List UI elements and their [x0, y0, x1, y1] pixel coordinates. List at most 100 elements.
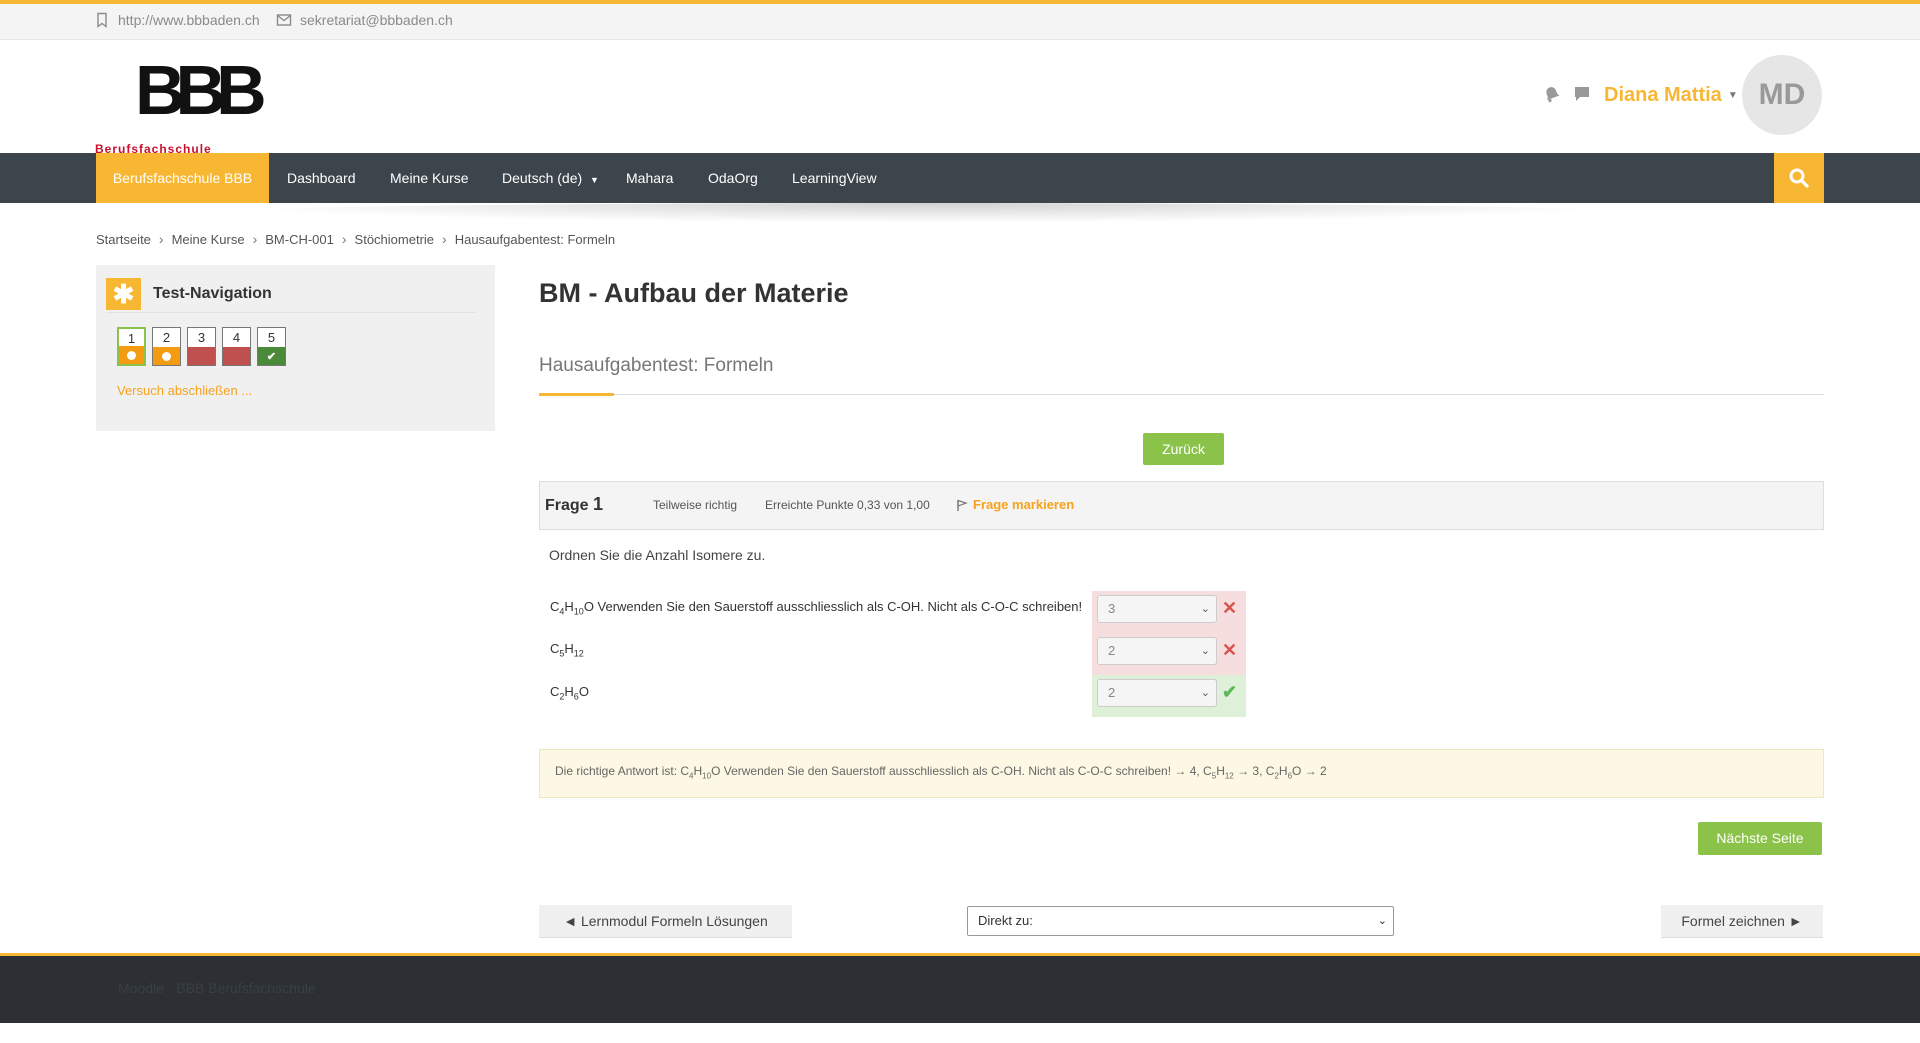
correct-status: ✔ — [258, 347, 285, 365]
envelope-icon — [276, 14, 292, 26]
question-status: Teilweise richtig — [653, 498, 738, 512]
chevron-right-icon: › — [158, 231, 164, 247]
question-buttons: 1 2 3 4 5 ✔ — [117, 327, 286, 366]
checkmark-icon: ✔ — [1222, 682, 1238, 702]
formula-label-3: C2H6O — [550, 684, 589, 702]
asterisk-icon: ✱ — [106, 278, 141, 310]
nav-item-learningview[interactable]: LearningView — [792, 153, 877, 203]
question-button-1[interactable]: 1 — [117, 327, 146, 366]
active-tab-indicator — [539, 393, 614, 396]
avatar[interactable]: MD — [1742, 55, 1822, 135]
navbar-shadow — [200, 203, 1650, 223]
nav-item-berufsfachschule[interactable]: Berufsfachschule BBB — [96, 153, 269, 203]
test-navigation-block: ✱ Test-Navigation 1 2 3 4 5 ✔ Versuch ab… — [96, 265, 495, 431]
nav-item-meine-kurse[interactable]: Meine Kurse — [390, 153, 469, 203]
chevron-right-icon: › — [252, 231, 258, 247]
notification-bell[interactable] — [1543, 85, 1561, 103]
logo-mark: BBB — [135, 51, 267, 129]
question-button-3[interactable]: 3 — [187, 327, 216, 366]
chevron-down-icon: ⌄ — [1200, 603, 1210, 615]
question-button-4[interactable]: 4 — [222, 327, 251, 366]
nav-item-dashboard[interactable]: Dashboard — [287, 153, 356, 203]
checkmark-icon: ✔ — [266, 350, 277, 363]
page-title: BM - Aufbau der Materie — [539, 278, 849, 308]
user-name: Diana Mattia — [1604, 84, 1722, 106]
question-number: 2 — [162, 330, 171, 345]
bookmark-icon — [97, 12, 107, 28]
nav-item-language[interactable]: Deutsch (de) ▼ — [502, 153, 599, 203]
jump-to-select[interactable]: Direkt zu: ⌄ — [967, 906, 1394, 936]
chevron-right-icon: › — [442, 231, 447, 247]
answer-value: 3 — [1108, 601, 1116, 616]
email-text: sekretariat@bbbaden.ch — [300, 12, 453, 28]
divider — [539, 394, 1824, 395]
question-number: 4 — [232, 330, 241, 345]
chat-bubble-icon — [1575, 87, 1589, 101]
flag-icon — [957, 499, 968, 511]
breadcrumb-item[interactable]: Stöchiometrie — [355, 232, 434, 247]
finish-attempt-link[interactable]: Versuch abschließen ... — [117, 383, 252, 398]
previous-activity-link[interactable]: ◄ Lernmodul Formeln Lösungen — [539, 905, 792, 938]
formula-label-2: C5H12 — [550, 641, 584, 659]
search-button[interactable] — [1774, 153, 1824, 203]
flag-question-button[interactable]: Frage markieren — [955, 497, 1074, 512]
messages-button[interactable] — [1573, 85, 1591, 103]
top-contact-bar: http://www.bbbaden.ch sekretariat@bbbade… — [0, 4, 1920, 40]
question-points: Erreichte Punkte 0,33 von 1,00 — [765, 498, 930, 512]
main-navbar: Berufsfachschule BBB Dashboard Meine Kur… — [0, 153, 1920, 203]
back-button[interactable]: Zurück — [1143, 433, 1224, 465]
caret-down-icon: ▼ — [1727, 90, 1738, 101]
block-header: ✱ Test-Navigation — [106, 276, 476, 313]
answer-value: 2 — [1108, 643, 1116, 658]
breadcrumb-item[interactable]: Startseite — [96, 232, 151, 247]
answer-select-2[interactable]: 2 ⌄ — [1097, 637, 1217, 665]
user-menu[interactable]: Diana Mattia ▼ — [1604, 84, 1738, 107]
bell-icon — [1546, 87, 1560, 103]
breadcrumb: Startseite › Meine Kurse › BM-CH-001 › S… — [96, 231, 615, 247]
breadcrumb-item[interactable]: Hausaufgabentest: Formeln — [455, 232, 615, 247]
partial-status — [153, 347, 180, 365]
question-button-2[interactable]: 2 — [152, 327, 181, 366]
answer-cell-1: 3 ⌄ ✕ — [1092, 591, 1246, 633]
dot-icon — [127, 350, 136, 360]
answer-cell-3: 2 ⌄ ✔ — [1092, 675, 1246, 717]
email-link[interactable]: sekretariat@bbbaden.ch — [276, 12, 453, 28]
answer-cell-2: 2 ⌄ ✕ — [1092, 633, 1246, 675]
page-subtitle: Hausaufgabentest: Formeln — [539, 355, 774, 376]
answer-select-3[interactable]: 2 ⌄ — [1097, 679, 1217, 707]
next-activity-link[interactable]: Formel zeichnen ► — [1661, 905, 1823, 938]
question-number: 3 — [197, 330, 206, 345]
right-answer-text: Die richtige Antwort ist: C4H10O Verwend… — [555, 764, 1327, 781]
school-logo[interactable]: BBB Berufsfachschule — [95, 50, 267, 156]
question-label: Frage 1 — [545, 494, 603, 515]
breadcrumb-item[interactable]: BM-CH-001 — [265, 232, 334, 247]
chevron-down-icon: ⌄ — [1377, 915, 1387, 927]
dot-icon — [162, 351, 171, 361]
question-label-text: Frage — [545, 497, 589, 514]
site-header: BBB Berufsfachschule Diana Mattia ▼ MD — [0, 40, 1920, 156]
partial-status — [119, 346, 144, 364]
caret-down-icon: ▼ — [590, 175, 599, 185]
question-info-bar: Frage 1 Teilweise richtig Erreichte Punk… — [539, 481, 1824, 530]
answer-select-1[interactable]: 3 ⌄ — [1097, 595, 1217, 623]
breadcrumb-item[interactable]: Meine Kurse — [172, 232, 245, 247]
question-text: Ordnen Sie die Anzahl Isomere zu. — [549, 547, 766, 563]
block-title: Test-Navigation — [153, 285, 272, 302]
question-button-5[interactable]: 5 ✔ — [257, 327, 286, 366]
website-text: http://www.bbbaden.ch — [118, 12, 260, 28]
next-page-button[interactable]: Nächste Seite — [1698, 822, 1822, 855]
nav-item-odaorg[interactable]: OdaOrg — [708, 153, 758, 203]
wrong-status — [188, 347, 215, 365]
cross-icon: ✕ — [1222, 640, 1238, 660]
question-number: 5 — [267, 330, 276, 345]
flag-label: Frage markieren — [973, 497, 1075, 512]
footer-text: Moodle · BBB Berufsfachschule — [118, 980, 316, 996]
website-link[interactable]: http://www.bbbaden.ch — [94, 12, 260, 28]
page-footer: Moodle · BBB Berufsfachschule — [0, 956, 1920, 1023]
chevron-down-icon: ⌄ — [1200, 645, 1210, 657]
search-icon — [1789, 168, 1809, 188]
right-answer-feedback: Die richtige Antwort ist: C4H10O Verwend… — [539, 749, 1824, 798]
formula-label-1: C4H10O Verwenden Sie den Sauerstoff auss… — [550, 599, 1083, 617]
nav-item-mahara[interactable]: Mahara — [626, 153, 673, 203]
question-number: 1 — [593, 494, 604, 514]
